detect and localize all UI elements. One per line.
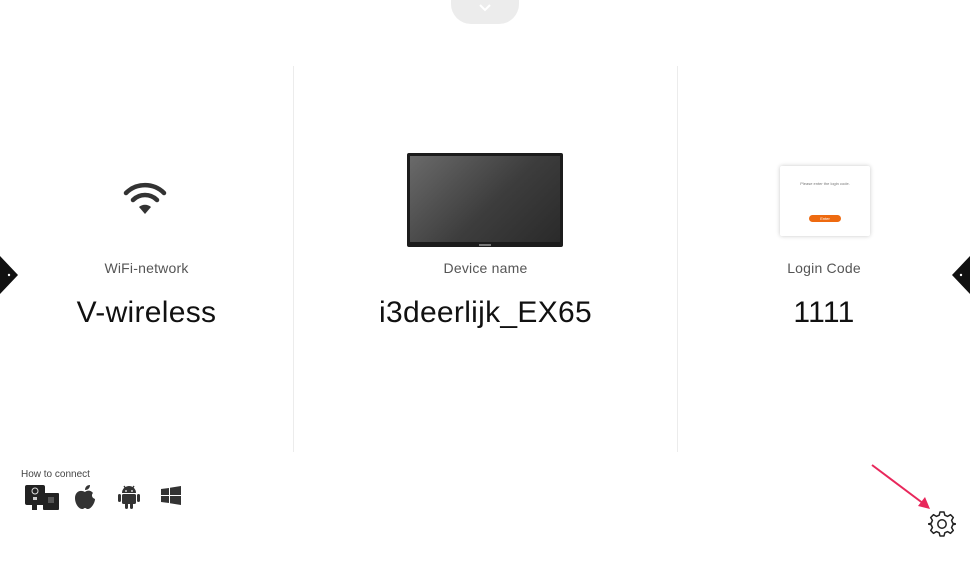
- how-to-connect-label: How to connect: [21, 469, 90, 480]
- login-panel: Please enter the login code. Enter Login…: [678, 0, 970, 460]
- login-value: 1111: [793, 296, 855, 329]
- annotation-arrow: [871, 464, 930, 509]
- android-icon[interactable]: [117, 484, 141, 515]
- login-preview-image: Please enter the login code. Enter: [780, 166, 870, 236]
- device-label: Device name: [443, 260, 528, 276]
- login-preview-prompt: Please enter the login code.: [800, 181, 850, 186]
- dongle-icon[interactable]: [24, 484, 60, 517]
- device-value: i3deerlijk_EX65: [379, 296, 592, 329]
- wifi-value: V-wireless: [76, 296, 217, 329]
- windows-icon[interactable]: [160, 484, 182, 513]
- apple-icon[interactable]: [74, 484, 96, 515]
- settings-button[interactable]: [927, 510, 957, 538]
- gear-icon: [927, 511, 957, 537]
- wifi-panel: WiFi-network V-wireless: [0, 0, 293, 460]
- display-image: [407, 153, 563, 247]
- login-label: Login Code: [787, 260, 861, 276]
- wifi-icon: [123, 182, 167, 214]
- login-preview-enter: Enter: [809, 215, 841, 222]
- wifi-label: WiFi-network: [104, 260, 189, 276]
- device-panel: Device name i3deerlijk_EX65: [294, 0, 677, 460]
